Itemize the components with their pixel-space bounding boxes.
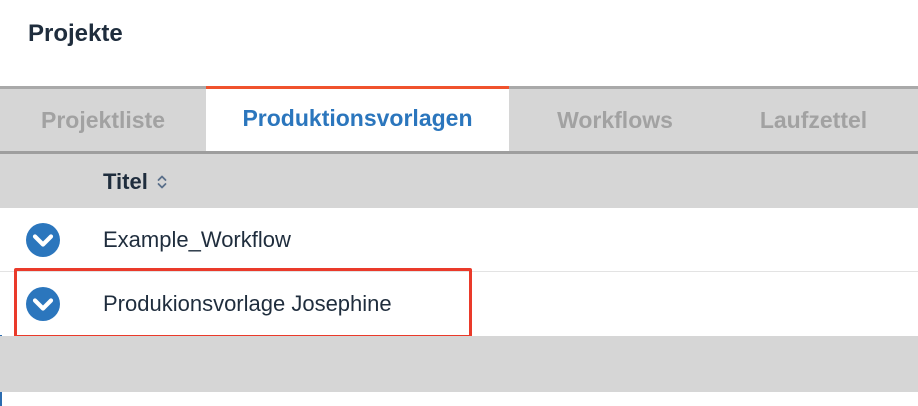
tab-produktionsvorlagen[interactable]: Produktionsvorlagen bbox=[206, 86, 509, 151]
tab-workflows[interactable]: Workflows bbox=[509, 89, 721, 151]
column-header-label: Titel bbox=[103, 169, 148, 194]
page-header: Projekte bbox=[0, 0, 918, 86]
sort-icon[interactable] bbox=[157, 174, 167, 190]
tab-projektliste[interactable]: Projektliste bbox=[0, 89, 206, 151]
page-title: Projekte bbox=[28, 20, 123, 47]
highlight-box bbox=[14, 268, 472, 338]
table-header: Titel bbox=[0, 154, 918, 208]
column-header-titel[interactable]: Titel bbox=[103, 169, 167, 195]
table-footer bbox=[0, 336, 918, 392]
page: Projekte Projektliste Produktionsvorlage… bbox=[0, 0, 918, 406]
chevron-down-circle-icon[interactable] bbox=[26, 223, 60, 257]
tab-laufzettel[interactable]: Laufzettel bbox=[721, 89, 906, 151]
row-title[interactable]: Example_Workflow bbox=[103, 226, 291, 254]
tab-bar: Projektliste Produktionsvorlagen Workflo… bbox=[0, 86, 918, 151]
table-row: Example_Workflow bbox=[0, 208, 918, 272]
